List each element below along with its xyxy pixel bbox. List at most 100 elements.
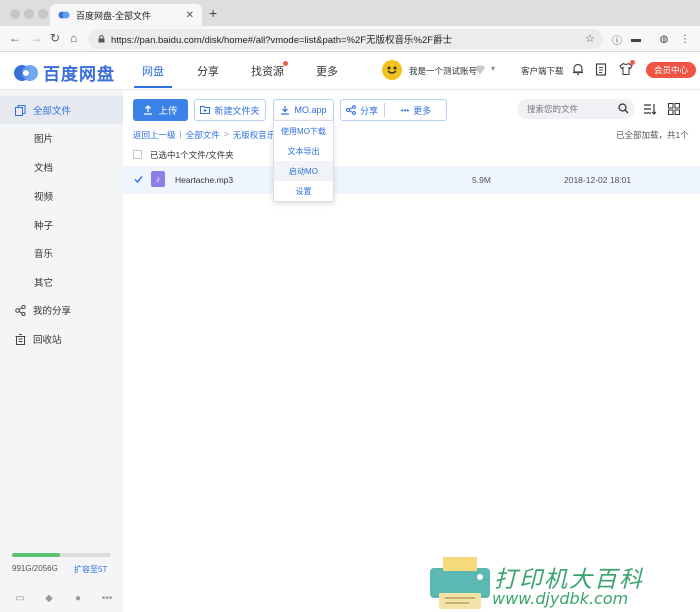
storage-quota-fill (12, 553, 60, 557)
tab-close-icon[interactable]: ✕ (186, 10, 194, 21)
selection-count: 已选中1个文件/文件夹 (150, 150, 234, 160)
sidebar-item-label: 我的分享 (33, 306, 72, 317)
tab-title: 百度网盘-全部文件 (76, 10, 151, 21)
sidebar-item-documents[interactable]: 文档 (0, 153, 123, 181)
more-dots-icon[interactable]: ••• (101, 592, 113, 604)
address-bar[interactable]: https://pan.baidu.com/disk/home#/all?vmo… (88, 29, 603, 49)
sidebar-item-music[interactable]: 音乐 (0, 239, 123, 267)
mo-app-button[interactable]: MO.app (273, 99, 334, 121)
nav-share[interactable]: 分享 (197, 52, 219, 90)
lock-icon (98, 35, 105, 43)
baidu-pan-favicon-icon (58, 11, 70, 19)
storage-quota-text: 991G/2056G (12, 564, 58, 573)
files-icon (15, 104, 26, 116)
search-icon[interactable] (618, 103, 629, 114)
nav-more[interactable]: 更多 (316, 52, 338, 90)
menu-item-settings[interactable]: 设置 (274, 181, 333, 201)
watermark-url: www.djydbk.com (492, 589, 629, 608)
browser-menu-icon[interactable]: ⋮ (678, 32, 692, 46)
share-button[interactable]: 分享 (341, 100, 383, 120)
mo-app-label: MO.app (294, 105, 327, 115)
loaded-status: 已全部加载，共1个 (616, 130, 689, 140)
new-folder-icon (200, 106, 211, 114)
desktop-client-icon[interactable]: ▭ (14, 592, 26, 604)
sidebar-item-torrents[interactable]: 种子 (0, 211, 123, 239)
browser-toolbar: ← → ↻ ⌂ https://pan.baidu.com/disk/home#… (0, 26, 700, 52)
sidebar-item-label: 音乐 (34, 249, 54, 260)
grid-view-icon[interactable] (667, 102, 681, 116)
vip-gem-icon (475, 65, 485, 75)
new-folder-button[interactable]: 新建文件夹 (194, 99, 266, 121)
upload-icon (144, 105, 153, 115)
back-arrow-icon[interactable]: ← (9, 31, 21, 45)
breadcrumb-all-files[interactable]: 全部文件 (186, 129, 220, 141)
upload-button[interactable]: 上传 (133, 99, 188, 121)
sidebar-item-recycle-bin[interactable]: 回收站 (0, 325, 123, 353)
sidebar-item-videos[interactable]: 视频 (0, 182, 123, 210)
more-dots-icon: ••• (400, 105, 410, 115)
menu-item-launch-mo[interactable]: 启动MO (274, 161, 333, 181)
apple-icon[interactable]: ● (72, 592, 84, 604)
sidebar-item-label: 种子 (34, 221, 54, 232)
breadcrumb-separator: > (223, 129, 229, 139)
sidebar-item-other[interactable]: 其它 (0, 268, 123, 296)
sidebar-item-label: 回收站 (33, 335, 62, 346)
sidebar-item-my-shares[interactable]: 我的分享 (0, 296, 123, 324)
active-nav-underline (134, 86, 172, 88)
sidebar-item-images[interactable]: 图片 (0, 124, 123, 152)
notification-dot (283, 61, 288, 66)
url-text: https://pan.baidu.com/disk/home#/all?vmo… (111, 35, 453, 46)
android-icon[interactable]: ◆ (43, 592, 55, 604)
more-button[interactable]: ••• 更多 (386, 100, 446, 120)
menu-item-mo-download[interactable]: 使用MO下载 (274, 121, 333, 141)
select-all-checkbox[interactable] (133, 150, 142, 159)
member-center-button[interactable]: 会员中心 (646, 62, 696, 78)
info-icon[interactable]: ⓘ (610, 32, 624, 47)
logo[interactable]: 百度网盘 (13, 60, 115, 85)
username[interactable]: 我是一个测试账号 (409, 65, 477, 77)
share-label: 分享 (359, 105, 378, 116)
more-label: 更多 (413, 105, 432, 116)
breadcrumb-folder[interactable]: 无版权音乐 (233, 129, 276, 141)
new-tab-icon[interactable]: + (209, 6, 217, 20)
bell-icon[interactable] (571, 62, 585, 76)
nav-find-resources[interactable]: 找资源 (251, 52, 284, 90)
reload-icon[interactable]: ↻ (50, 31, 60, 45)
button-divider (384, 103, 385, 117)
chevron-down-icon[interactable]: ▾ (491, 64, 495, 73)
nav-disk[interactable]: 网盘 (142, 52, 164, 90)
profile-icon[interactable]: ◍ (657, 32, 671, 46)
menu-item-text-export[interactable]: 文本导出 (274, 141, 333, 161)
browser-tab-bar: 百度网盘-全部文件 ✕ + (0, 0, 700, 26)
file-name[interactable]: Heartache.mp3 (175, 175, 233, 185)
search-box (517, 99, 635, 119)
trash-icon (15, 333, 26, 345)
sidebar-item-label: 全部文件 (33, 106, 72, 117)
baidu-cloud-logo-icon (14, 64, 38, 81)
window-zoom-button[interactable] (38, 9, 48, 19)
clipboard-icon[interactable] (594, 62, 608, 76)
sort-list-icon[interactable] (643, 102, 657, 116)
sidebar-item-label: 图片 (34, 134, 54, 145)
search-input[interactable] (527, 104, 617, 114)
window-close-button[interactable] (10, 9, 20, 19)
breadcrumb-back[interactable]: 返回上一级 (133, 129, 176, 141)
home-icon[interactable]: ⌂ (70, 31, 77, 45)
file-size: 5.9M (472, 175, 491, 185)
sidebar-item-label: 其它 (34, 278, 54, 289)
share-icon (15, 304, 26, 316)
bookmark-star-icon[interactable]: ☆ (585, 32, 595, 45)
sidebar-item-all-files[interactable]: 全部文件 (0, 96, 123, 124)
forward-arrow-icon[interactable]: → (30, 31, 42, 45)
client-download-link[interactable]: 客户端下载 (521, 65, 564, 77)
share-icon (345, 105, 356, 115)
extension-icon[interactable]: ▬ (629, 32, 643, 46)
row-checkbox[interactable] (134, 175, 143, 184)
sidebar-item-label: 文档 (34, 163, 54, 174)
browser-tab[interactable]: 百度网盘-全部文件 ✕ (50, 4, 202, 26)
avatar[interactable] (382, 60, 402, 80)
window-minimize-button[interactable] (24, 9, 34, 19)
logo-text: 百度网盘 (43, 65, 115, 84)
sidebar-item-label: 视频 (34, 192, 54, 203)
expand-storage-link[interactable]: 扩容至5T (74, 564, 107, 575)
